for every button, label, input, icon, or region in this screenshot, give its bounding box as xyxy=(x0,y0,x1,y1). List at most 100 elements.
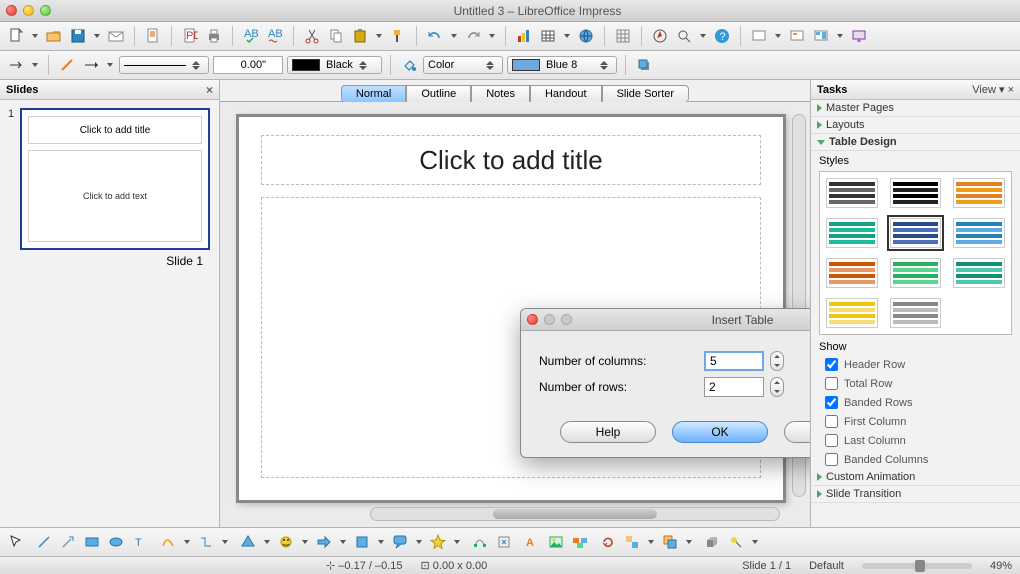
open-button[interactable] xyxy=(44,26,64,46)
slide-dropdown[interactable] xyxy=(773,26,783,46)
paste-button[interactable] xyxy=(350,26,370,46)
save-button[interactable] xyxy=(68,26,88,46)
line-end-button[interactable] xyxy=(81,55,101,75)
slide-thumbnail-1[interactable]: 1 Click to add title Click to add text xyxy=(8,108,211,250)
section-table-design[interactable]: Table Design xyxy=(811,134,1020,151)
table-style-8[interactable] xyxy=(953,258,1005,288)
ellipse-tool[interactable] xyxy=(106,532,126,552)
check-last-column[interactable]: Last Column xyxy=(811,431,1020,450)
align-tool[interactable] xyxy=(622,532,642,552)
help-button[interactable]: ? xyxy=(712,26,732,46)
area-fill-button[interactable] xyxy=(399,55,419,75)
tab-outline[interactable]: Outline xyxy=(406,85,471,102)
close-icon[interactable] xyxy=(6,5,17,16)
interaction-tool[interactable] xyxy=(726,532,746,552)
presentation-button[interactable] xyxy=(849,26,869,46)
fontwork-tool[interactable]: A xyxy=(522,532,542,552)
zoom-button[interactable] xyxy=(674,26,694,46)
connector-tool[interactable] xyxy=(196,532,216,552)
block-arrows-tool[interactable] xyxy=(314,532,334,552)
extrusion-tool[interactable] xyxy=(702,532,722,552)
table-style-10[interactable] xyxy=(890,298,942,328)
arrow-style-button[interactable] xyxy=(6,55,26,75)
redo-dropdown[interactable] xyxy=(487,26,497,46)
rows-input[interactable] xyxy=(704,377,764,397)
cancel-button[interactable]: Cancel xyxy=(784,421,810,443)
flowchart-tool[interactable] xyxy=(352,532,372,552)
title-placeholder[interactable]: Click to add title xyxy=(261,135,761,185)
line-style-button[interactable] xyxy=(57,55,77,75)
columns-stepper[interactable] xyxy=(770,351,784,371)
check-total-row[interactable]: Total Row xyxy=(811,374,1020,393)
select-tool[interactable] xyxy=(6,532,26,552)
zoom-dropdown[interactable] xyxy=(698,26,708,46)
format-paintbrush-button[interactable] xyxy=(388,26,408,46)
section-layouts[interactable]: Layouts xyxy=(811,117,1020,134)
section-custom-animation[interactable]: Custom Animation xyxy=(811,469,1020,486)
table-style-3[interactable] xyxy=(826,218,878,248)
table-style-0[interactable] xyxy=(826,178,878,208)
navigator-button[interactable] xyxy=(650,26,670,46)
check-header-row[interactable]: Header Row xyxy=(811,355,1020,374)
fill-color-select[interactable]: Blue 8 xyxy=(507,56,617,74)
tasks-view-menu[interactable]: View ▾ × xyxy=(972,83,1014,96)
table-style-1[interactable] xyxy=(890,178,942,208)
rotate-tool[interactable] xyxy=(598,532,618,552)
columns-input[interactable] xyxy=(704,351,764,371)
points-tool[interactable] xyxy=(470,532,490,552)
table-style-9[interactable] xyxy=(826,298,878,328)
check-banded-rows[interactable]: Banded Rows xyxy=(811,393,1020,412)
curve-tool[interactable] xyxy=(158,532,178,552)
basic-shapes-tool[interactable] xyxy=(238,532,258,552)
line-tool[interactable] xyxy=(34,532,54,552)
slide-button[interactable] xyxy=(749,26,769,46)
table-style-7[interactable] xyxy=(890,258,942,288)
tab-normal[interactable]: Normal xyxy=(341,85,406,102)
arrange-tool[interactable] xyxy=(660,532,680,552)
check-first-column[interactable]: First Column xyxy=(811,412,1020,431)
line-end-dropdown[interactable] xyxy=(105,55,115,75)
copy-button[interactable] xyxy=(326,26,346,46)
line-width-input[interactable]: 0.00" xyxy=(213,56,283,74)
from-file-tool[interactable] xyxy=(546,532,566,552)
edit-file-button[interactable] xyxy=(143,26,163,46)
slide-layout-button[interactable] xyxy=(811,26,831,46)
undo-button[interactable] xyxy=(425,26,445,46)
redo-button[interactable] xyxy=(463,26,483,46)
close-icon[interactable]: × xyxy=(206,83,213,97)
symbol-shapes-tool[interactable] xyxy=(276,532,296,552)
chart-button[interactable] xyxy=(514,26,534,46)
minimize-icon[interactable] xyxy=(23,5,34,16)
hyperlink-button[interactable] xyxy=(576,26,596,46)
table-style-6[interactable] xyxy=(826,258,878,288)
table-style-2[interactable] xyxy=(953,178,1005,208)
text-tool[interactable]: T xyxy=(130,532,150,552)
slide-layout-dropdown[interactable] xyxy=(835,26,845,46)
line-arrow-tool[interactable] xyxy=(58,532,78,552)
arrow-style-dropdown[interactable] xyxy=(30,55,40,75)
rectangle-tool[interactable] xyxy=(82,532,102,552)
tab-slide-sorter[interactable]: Slide Sorter xyxy=(602,85,689,102)
section-slide-transition[interactable]: Slide Transition xyxy=(811,486,1020,503)
table-style-5[interactable] xyxy=(953,218,1005,248)
export-pdf-button[interactable]: PDF xyxy=(180,26,200,46)
spellcheck-button[interactable]: ABC xyxy=(241,26,261,46)
line-style-select[interactable] xyxy=(119,56,209,74)
rows-stepper[interactable] xyxy=(770,377,784,397)
zoom-icon[interactable] xyxy=(40,5,51,16)
close-icon[interactable] xyxy=(527,314,538,325)
undo-dropdown[interactable] xyxy=(449,26,459,46)
shadow-button[interactable] xyxy=(634,55,654,75)
slide-design-button[interactable] xyxy=(787,26,807,46)
table-dropdown[interactable] xyxy=(562,26,572,46)
grid-button[interactable] xyxy=(613,26,633,46)
help-button[interactable]: Help xyxy=(560,421,656,443)
save-dropdown[interactable] xyxy=(92,26,102,46)
tab-notes[interactable]: Notes xyxy=(471,85,530,102)
callouts-tool[interactable] xyxy=(390,532,410,552)
paste-dropdown[interactable] xyxy=(374,26,384,46)
fill-mode-select[interactable]: Color xyxy=(423,56,503,74)
glue-points-tool[interactable] xyxy=(494,532,514,552)
new-document-button[interactable] xyxy=(6,26,26,46)
line-color-select[interactable]: Black xyxy=(287,56,382,74)
